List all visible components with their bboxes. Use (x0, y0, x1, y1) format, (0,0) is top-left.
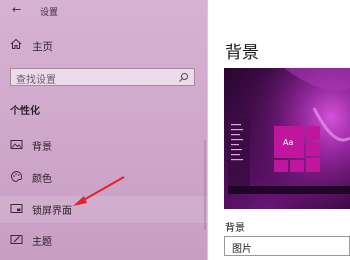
preview-tile-text: Aa (283, 138, 293, 147)
background-dropdown-value: 图片 (232, 244, 252, 255)
page-title: 背景 (225, 43, 259, 63)
background-preview: Aa (224, 68, 350, 209)
background-dropdown[interactable]: 图片 (224, 236, 350, 256)
background-field-label: 背景 (225, 223, 245, 234)
